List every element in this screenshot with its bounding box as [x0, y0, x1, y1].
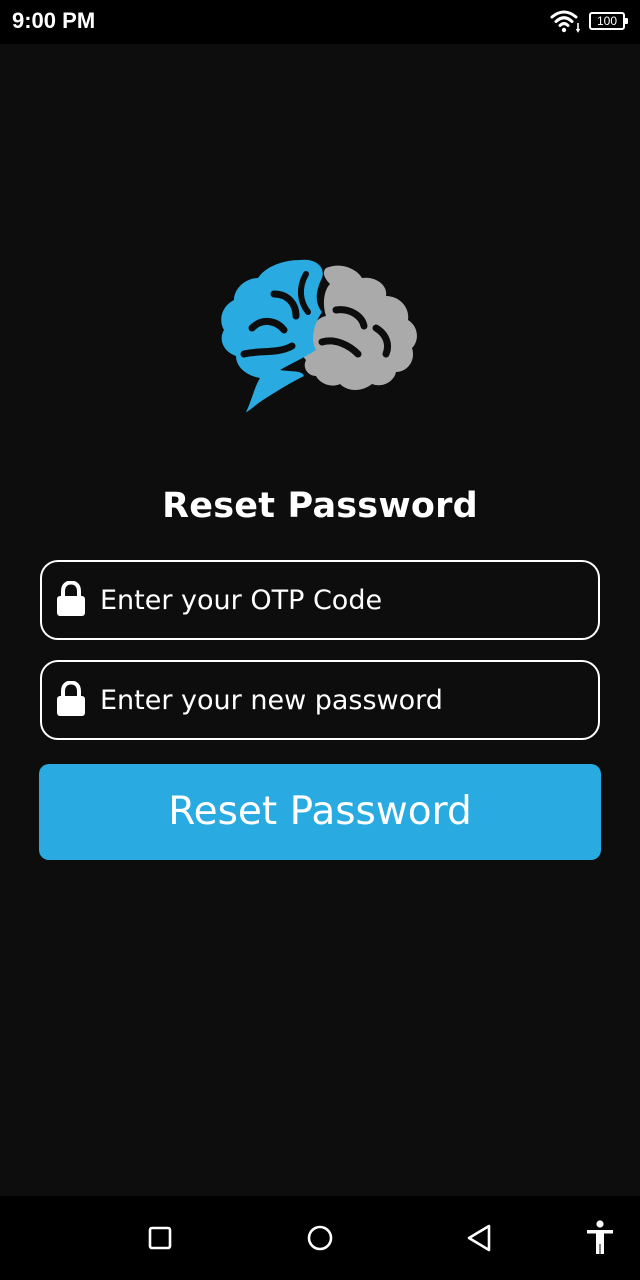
new-password-field[interactable] — [40, 660, 600, 740]
recents-icon[interactable] — [140, 1218, 180, 1258]
battery-level: 100 — [596, 14, 618, 28]
lock-icon — [57, 581, 85, 616]
otp-input[interactable] — [100, 562, 580, 638]
status-bar: 9:00 PM 100 — [0, 0, 640, 44]
navigation-bar — [0, 1196, 640, 1280]
status-time: 9:00 PM — [12, 8, 96, 33]
lock-icon — [57, 681, 85, 716]
new-password-input[interactable] — [100, 662, 580, 738]
brain-logo-icon — [221, 259, 417, 412]
back-icon[interactable] — [460, 1218, 500, 1258]
reset-password-button[interactable]: Reset Password — [39, 764, 601, 860]
page-title: Reset Password — [162, 486, 478, 526]
home-icon[interactable] — [300, 1218, 340, 1258]
accessibility-icon[interactable] — [580, 1218, 620, 1258]
wifi-icon — [550, 10, 580, 33]
otp-field[interactable] — [40, 560, 600, 640]
battery-icon: 100 — [589, 12, 628, 30]
